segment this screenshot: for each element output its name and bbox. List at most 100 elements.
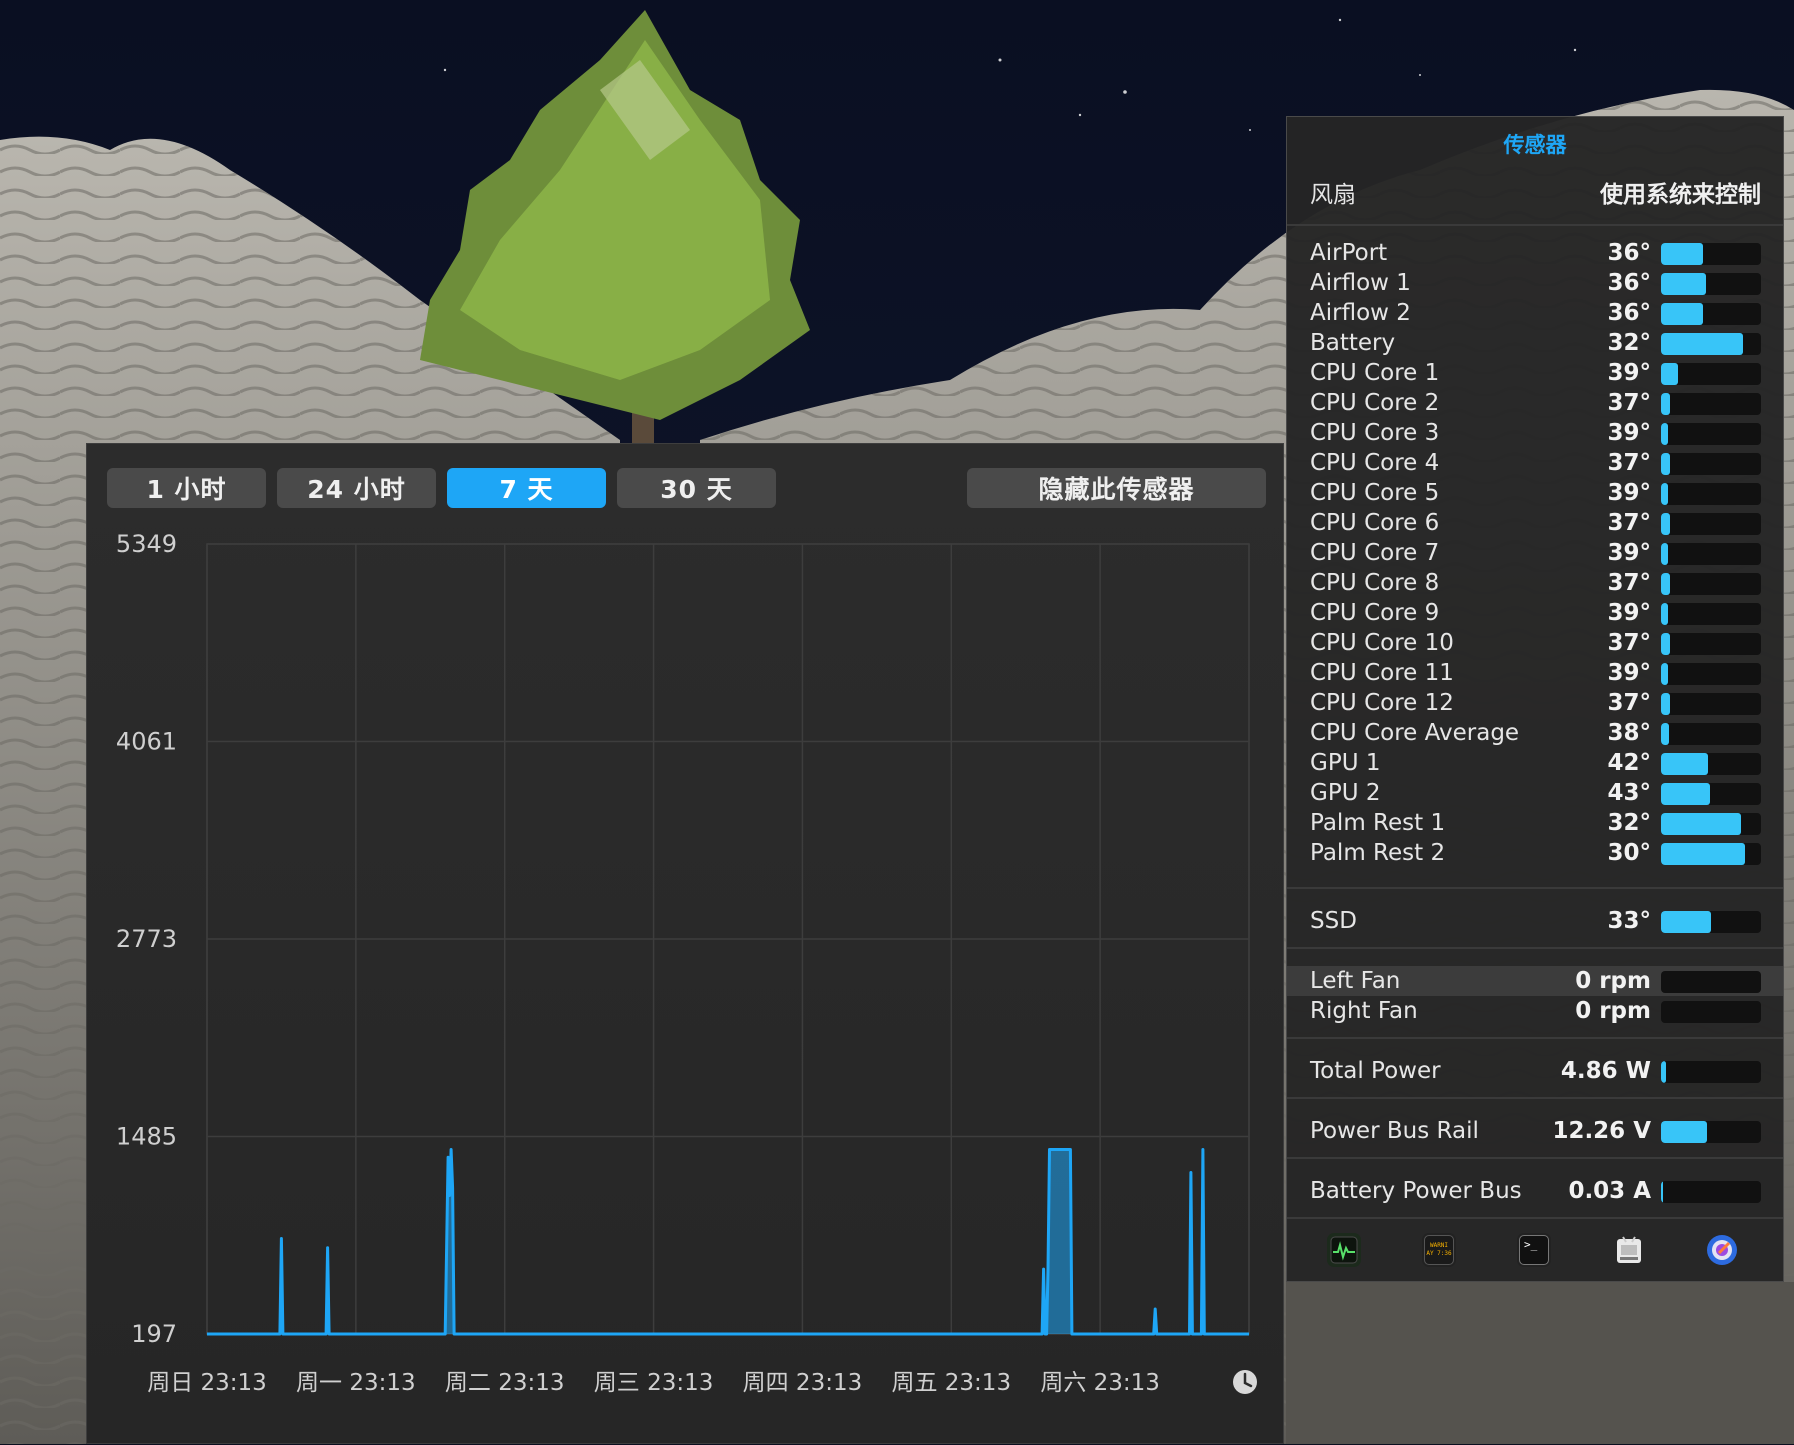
sensor-value: 37°: [1607, 510, 1651, 536]
sensor-value: 39°: [1607, 480, 1651, 506]
sensor-level-bar: [1661, 303, 1761, 325]
temperature-row[interactable]: CPU Core 7 39°: [1287, 538, 1783, 568]
temperature-row[interactable]: Palm Rest 1 32°: [1287, 808, 1783, 838]
disk-utility-icon[interactable]: [1705, 1233, 1739, 1267]
power-row[interactable]: Total Power 4.86 W: [1287, 1056, 1783, 1086]
sensor-level-fill: [1661, 453, 1670, 475]
sensor-level-bar: [1661, 423, 1761, 445]
sensor-level-fill: [1661, 363, 1678, 385]
temperature-row[interactable]: CPU Core Average 38°: [1287, 718, 1783, 748]
sensor-value: 0.03 A: [1568, 1178, 1651, 1204]
sensor-level-fill: [1661, 273, 1706, 295]
temperature-row[interactable]: GPU 2 43°: [1287, 778, 1783, 808]
y-tick-label: 4061: [116, 728, 177, 756]
sensor-value: 39°: [1607, 420, 1651, 446]
sensor-name: CPU Core 8: [1310, 570, 1440, 596]
sensor-level-bar: [1661, 1121, 1761, 1143]
sensor-value: 32°: [1607, 810, 1651, 836]
separator: [1287, 947, 1783, 949]
sensor-value: 39°: [1607, 660, 1651, 686]
temperature-row[interactable]: GPU 1 42°: [1287, 748, 1783, 778]
separator: [1287, 1037, 1783, 1039]
sensor-level-fill: [1661, 513, 1670, 535]
sensor-name: CPU Core 4: [1310, 450, 1440, 476]
temperature-row[interactable]: CPU Core 11 39°: [1287, 658, 1783, 688]
separator: [1287, 1097, 1783, 1099]
sensor-level-fill: [1661, 693, 1670, 715]
sensor-level-fill: [1661, 911, 1711, 933]
temperature-row[interactable]: CPU Core 12 37°: [1287, 688, 1783, 718]
console-icon[interactable]: WARNI AY 7:36: [1422, 1233, 1456, 1267]
sensor-value: 43°: [1607, 780, 1651, 806]
ssd-row[interactable]: SSD 33°: [1287, 906, 1783, 936]
clock-icon[interactable]: [1233, 1370, 1257, 1394]
temperature-row[interactable]: CPU Core 8 37°: [1287, 568, 1783, 598]
x-tick-label: 周六 23:13: [1040, 1370, 1160, 1396]
sensor-level-fill: [1661, 243, 1703, 265]
sensor-level-fill: [1661, 483, 1668, 505]
sensor-value: 33°: [1607, 908, 1651, 934]
sensor-value: 37°: [1607, 630, 1651, 656]
temperature-row[interactable]: CPU Core 3 39°: [1287, 418, 1783, 448]
voltage-row[interactable]: Power Bus Rail 12.26 V: [1287, 1116, 1783, 1146]
sensor-level-bar: [1661, 513, 1761, 535]
temperature-row[interactable]: Airflow 1 36°: [1287, 268, 1783, 298]
temperature-row[interactable]: CPU Core 4 37°: [1287, 448, 1783, 478]
sensor-value: 39°: [1607, 600, 1651, 626]
sensor-value: 37°: [1607, 450, 1651, 476]
sensor-level-fill: [1661, 393, 1670, 415]
console-icon-text: WARNI AY 7:36: [1424, 1235, 1454, 1265]
temperature-row[interactable]: CPU Core 1 39°: [1287, 358, 1783, 388]
temperature-row[interactable]: CPU Core 6 37°: [1287, 508, 1783, 538]
x-tick-label: 周一 23:13: [296, 1370, 416, 1396]
temperature-row[interactable]: CPU Core 5 39°: [1287, 478, 1783, 508]
sensor-name: GPU 1: [1310, 750, 1381, 776]
sensor-name: CPU Core Average: [1310, 720, 1520, 746]
sensor-value: 0 rpm: [1575, 998, 1651, 1024]
series-area: [207, 1149, 1249, 1334]
sensor-level-fill: [1661, 1061, 1666, 1083]
fan-control-menu[interactable]: 使用系统来控制: [1600, 175, 1761, 209]
sensor-level-bar: [1661, 753, 1761, 775]
sensor-name: Airflow 2: [1310, 300, 1411, 326]
current-row[interactable]: Battery Power Bus 0.03 A: [1287, 1176, 1783, 1206]
sensor-name: CPU Core 2: [1310, 390, 1440, 416]
sensor-value: 32°: [1607, 330, 1651, 356]
fan-row[interactable]: Right Fan 0 rpm: [1287, 996, 1783, 1026]
sensor-name: Left Fan: [1310, 968, 1401, 994]
sensor-name: CPU Core 12: [1310, 690, 1454, 716]
separator: [1287, 887, 1783, 889]
sensor-level-fill: [1661, 1121, 1707, 1143]
x-tick-label: 周二 23:13: [445, 1370, 565, 1396]
temperature-row[interactable]: AirPort 36°: [1287, 238, 1783, 268]
sensor-level-bar: [1661, 971, 1761, 993]
sensor-name: CPU Core 1: [1310, 360, 1440, 386]
temperature-row[interactable]: CPU Core 10 37°: [1287, 628, 1783, 658]
temperature-row[interactable]: Airflow 2 36°: [1287, 298, 1783, 328]
sensor-level-bar: [1661, 633, 1761, 655]
sensor-level-fill: [1661, 1181, 1663, 1203]
terminal-icon[interactable]: >_: [1517, 1233, 1551, 1267]
temperature-row[interactable]: Palm Rest 2 30°: [1287, 838, 1783, 868]
sensor-value: 0 rpm: [1575, 968, 1651, 994]
activity-monitor-icon[interactable]: [1327, 1233, 1361, 1267]
temperature-row[interactable]: CPU Core 9 39°: [1287, 598, 1783, 628]
sensor-name: Right Fan: [1310, 998, 1418, 1024]
y-tick-label: 197: [131, 1320, 177, 1348]
sensor-name: Battery: [1310, 330, 1396, 356]
sensor-value: 39°: [1607, 360, 1651, 386]
sensor-level-fill: [1661, 603, 1668, 625]
temperature-row[interactable]: Battery 32°: [1287, 328, 1783, 358]
sensor-level-bar: [1661, 543, 1761, 565]
sensor-value: 30°: [1607, 840, 1651, 866]
sensor-value: 36°: [1607, 240, 1651, 266]
sensor-value: 12.26 V: [1552, 1118, 1651, 1144]
sensor-level-bar: [1661, 663, 1761, 685]
sensor-value: 4.86 W: [1560, 1058, 1651, 1084]
sensor-name: Palm Rest 2: [1310, 840, 1446, 866]
system-information-icon[interactable]: [1612, 1233, 1646, 1267]
fan-row[interactable]: Left Fan 0 rpm: [1287, 966, 1783, 996]
sensor-level-fill: [1661, 543, 1668, 565]
temperature-row[interactable]: CPU Core 2 37°: [1287, 388, 1783, 418]
sensor-level-fill: [1661, 573, 1670, 595]
